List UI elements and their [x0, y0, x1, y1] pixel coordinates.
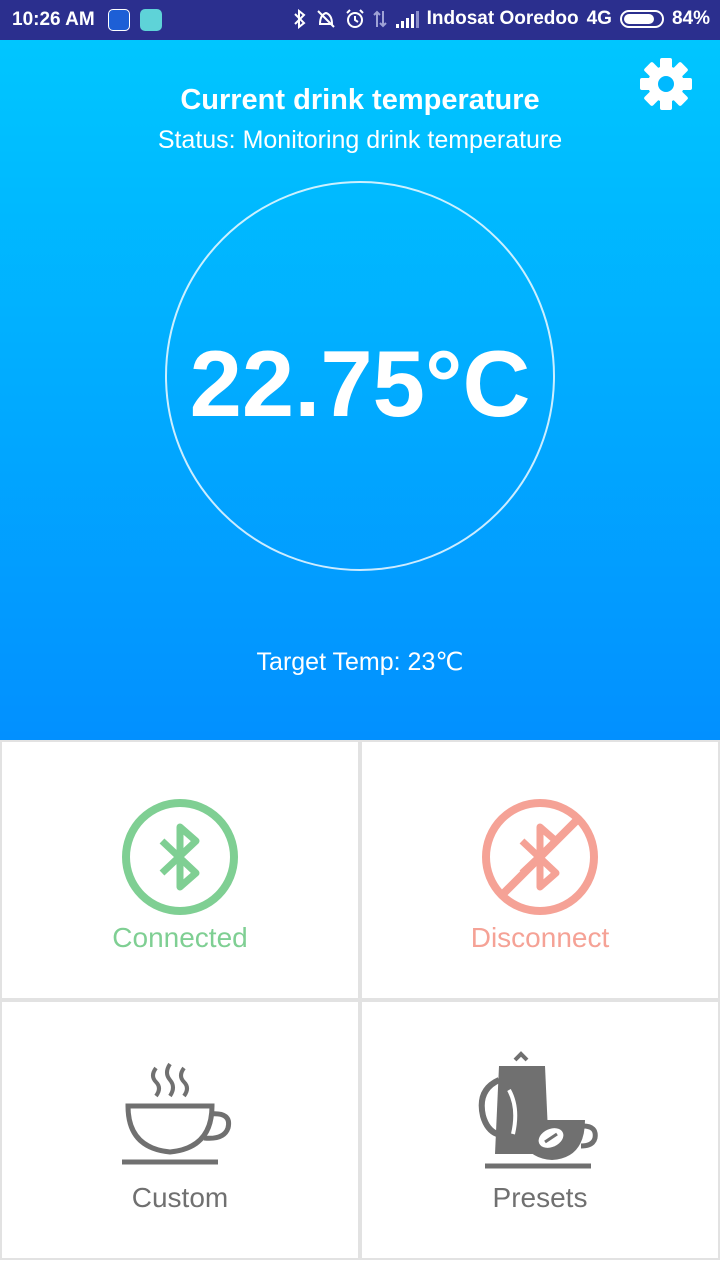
presets-label: Presets	[492, 1182, 588, 1213]
signal-icon	[395, 11, 419, 28]
temperature-panel: Current drink temperature Status: Monito…	[0, 40, 720, 740]
presets-button[interactable]: Presets	[362, 1002, 718, 1258]
current-temperature: 22.75°C	[189, 331, 531, 436]
data-transfer-icon	[372, 10, 387, 28]
battery-percent: 84%	[671, 8, 710, 29]
monitoring-status: Status: Monitoring drink temperature	[157, 126, 563, 154]
status-indicators: Indosat Ooredoo 4G 84%	[293, 8, 710, 30]
connected-label: Connected	[112, 922, 248, 953]
custom-button[interactable]: Custom	[2, 1002, 358, 1258]
bluetooth-disabled-icon	[482, 799, 598, 915]
bluetooth-status-icon	[293, 9, 306, 29]
target-temperature: Target Temp: 23℃	[256, 648, 464, 676]
vibrate-off-icon	[316, 10, 335, 28]
battery-icon	[619, 10, 664, 28]
bluetooth-icon	[122, 799, 238, 915]
carrier-name: Indosat Ooredoo	[426, 8, 579, 29]
alarm-icon	[345, 9, 364, 28]
bottom-spacer	[0, 1260, 720, 1280]
status-bar: 10:26 AM Indosat Ooredoo 4G 84%	[0, 0, 720, 40]
action-grid: Connected Disconnect Custom Presets	[0, 740, 720, 1260]
connected-button[interactable]: Connected	[2, 742, 358, 998]
custom-label: Custom	[131, 1182, 229, 1213]
disconnect-button[interactable]: Disconnect	[362, 742, 718, 998]
video-app-notification-icon	[108, 9, 130, 31]
page-title: Current drink temperature	[180, 84, 540, 116]
network-type: 4G	[586, 8, 612, 29]
status-time: 10:26 AM	[12, 9, 95, 30]
steaming-cup-icon	[122, 1062, 232, 1165]
app-notification-icon	[140, 9, 162, 31]
kettle-cup-icon	[478, 1051, 598, 1169]
disconnect-label: Disconnect	[470, 922, 610, 953]
